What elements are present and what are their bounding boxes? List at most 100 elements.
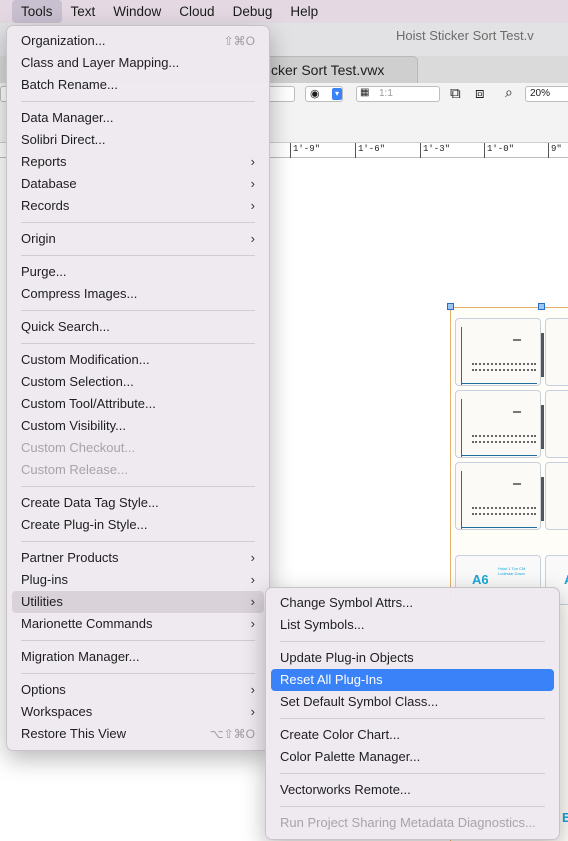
- menu-item-label: Run Project Sharing Metadata Diagnostics…: [280, 815, 536, 830]
- camera-icon: ◉: [310, 88, 320, 100]
- view-mode-button[interactable]: ◉ ▾: [305, 86, 343, 102]
- menu-item-label: Marionette Commands: [21, 616, 153, 631]
- chevron-down-icon: ▾: [332, 88, 342, 100]
- menu-item-label: Custom Selection...: [21, 374, 134, 389]
- sticker-card[interactable]: [545, 462, 568, 530]
- menu-item-organization[interactable]: Organization... ⇧⌘O: [12, 30, 264, 52]
- menubar-help[interactable]: Help: [281, 0, 327, 23]
- menu-item-custom-tool-attribute[interactable]: Custom Tool/Attribute...: [12, 393, 264, 415]
- tools-menu: Organization... ⇧⌘O Class and Layer Mappin…: [6, 25, 270, 751]
- menu-item-label: Database: [21, 176, 77, 191]
- sticker-card[interactable]: [545, 318, 568, 386]
- magnifier-icon[interactable]: ⌕: [505, 84, 513, 101]
- chevron-right-icon: ›: [250, 550, 255, 565]
- menu-item-label: Reports: [21, 154, 67, 169]
- menu-item-list-symbols[interactable]: List Symbols...: [271, 614, 554, 636]
- menu-item-custom-visibility[interactable]: Custom Visibility...: [12, 415, 264, 437]
- menu-item-restore-this-view[interactable]: Restore This View ⌥⇧⌘O: [12, 723, 264, 745]
- menu-item-purge[interactable]: Purge...: [12, 261, 264, 283]
- zoom-previous-icon[interactable]: ⧈: [475, 85, 485, 102]
- menu-item-class-and-layer-mapping[interactable]: Class and Layer Mapping...: [12, 52, 264, 74]
- menu-item-label: Partner Products: [21, 550, 119, 565]
- menu-item-label: Migration Manager...: [21, 649, 140, 664]
- sticker-card[interactable]: [455, 318, 544, 386]
- chevron-right-icon: ›: [250, 154, 255, 169]
- scale-field[interactable]: ▦ 1:1: [356, 86, 440, 102]
- menu-item-custom-modification[interactable]: Custom Modification...: [12, 349, 264, 371]
- menu-item-options[interactable]: Options ›: [12, 679, 264, 701]
- menu-item-update-plug-in-objects[interactable]: Update Plug-in Objects: [271, 647, 554, 669]
- scale-icon: ▦: [360, 87, 370, 98]
- chevron-right-icon: ›: [250, 594, 255, 609]
- chevron-right-icon: ›: [250, 704, 255, 719]
- chevron-right-icon: ›: [250, 231, 255, 246]
- menu-item-partner-products[interactable]: Partner Products ›: [12, 547, 264, 569]
- sticker-card[interactable]: [545, 390, 568, 458]
- menu-item-label: Vectorworks Remote...: [280, 782, 411, 797]
- menu-item-workspaces[interactable]: Workspaces ›: [12, 701, 264, 723]
- menu-item-custom-checkout: Custom Checkout...: [12, 437, 264, 459]
- menu-item-label: Set Default Symbol Class...: [280, 694, 439, 709]
- menu-item-color-palette-manager[interactable]: Color Palette Manager...: [271, 746, 554, 768]
- menubar-debug[interactable]: Debug: [224, 0, 282, 23]
- menu-separator: [12, 250, 264, 261]
- chevron-right-icon: ›: [250, 176, 255, 191]
- menu-item-batch-rename[interactable]: Batch Rename...: [12, 74, 264, 96]
- menu-item-utilities[interactable]: Utilities ›: [12, 591, 264, 613]
- menu-item-reports[interactable]: Reports ›: [12, 151, 264, 173]
- sticker-card[interactable]: [455, 390, 544, 458]
- menu-item-quick-search[interactable]: Quick Search...: [12, 316, 264, 338]
- menu-item-change-symbol-attrs[interactable]: Change Symbol Attrs...: [271, 592, 554, 614]
- menu-item-label: Workspaces: [21, 704, 93, 719]
- ruler-tick: 1'-9": [290, 143, 320, 158]
- ruler-tick: 1'-0": [484, 143, 514, 158]
- menu-item-label: Reset All Plug-Ins: [280, 672, 383, 687]
- menubar-window[interactable]: Window: [104, 0, 170, 23]
- menu-separator: [12, 338, 264, 349]
- menubar-cloud[interactable]: Cloud: [170, 0, 223, 23]
- menu-item-set-default-symbol-class[interactable]: Set Default Symbol Class...: [271, 691, 554, 713]
- menu-item-compress-images[interactable]: Compress Images...: [12, 283, 264, 305]
- menu-item-records[interactable]: Records ›: [12, 195, 264, 217]
- selection-handle[interactable]: [538, 303, 545, 310]
- zoom-field[interactable]: 20%: [525, 86, 568, 102]
- menu-item-label: Restore This View: [21, 726, 127, 741]
- menu-item-label: Records: [21, 198, 70, 213]
- menu-item-database[interactable]: Database ›: [12, 173, 264, 195]
- sticker-card[interactable]: [455, 462, 544, 530]
- keyboard-shortcut: ⌥⇧⌘O: [209, 727, 255, 741]
- menu-item-label: Utilities: [21, 594, 63, 609]
- edge-label: E: [562, 810, 568, 825]
- menu-item-create-plug-in-style[interactable]: Create Plug-in Style...: [12, 514, 264, 536]
- menu-item-vectorworks-remote[interactable]: Vectorworks Remote...: [271, 779, 554, 801]
- menu-separator: [271, 768, 554, 779]
- document-tab[interactable]: cker Sort Test.vwx: [262, 56, 418, 83]
- menubar-tools[interactable]: Tools: [12, 0, 62, 23]
- menu-item-label: Change Symbol Attrs...: [280, 595, 413, 610]
- card-small-text: Hoist 1 Ton CM Lodestar Down: [498, 566, 526, 576]
- utilities-submenu: Change Symbol Attrs... List Symbols... Upd…: [265, 587, 560, 840]
- menu-item-run-project-sharing-metadata-diagnostics: Run Project Sharing Metadata Diagnostics…: [271, 812, 554, 834]
- selection-handle[interactable]: [447, 303, 454, 310]
- menubar-text[interactable]: Text: [62, 0, 105, 23]
- menu-item-create-color-chart[interactable]: Create Color Chart...: [271, 724, 554, 746]
- menu-item-plug-ins[interactable]: Plug-ins ›: [12, 569, 264, 591]
- menu-item-label: Purge...: [21, 264, 67, 279]
- menu-separator: [12, 536, 264, 547]
- menu-item-label: Custom Visibility...: [21, 418, 126, 433]
- menu-item-label: Class and Layer Mapping...: [21, 55, 180, 70]
- menu-item-migration-manager[interactable]: Migration Manager...: [12, 646, 264, 668]
- menu-item-label: Custom Checkout...: [21, 440, 136, 455]
- menu-item-marionette-commands[interactable]: Marionette Commands ›: [12, 613, 264, 635]
- menu-item-custom-selection[interactable]: Custom Selection...: [12, 371, 264, 393]
- menu-item-data-manager[interactable]: Data Manager...: [12, 107, 264, 129]
- chevron-right-icon: ›: [250, 572, 255, 587]
- menu-item-solibri-direct[interactable]: Solibri Direct...: [12, 129, 264, 151]
- menu-item-origin[interactable]: Origin ›: [12, 228, 264, 250]
- menu-item-label: Custom Modification...: [21, 352, 150, 367]
- ruler-tick: 1'-6": [355, 143, 385, 158]
- zoom-fit-icon[interactable]: ⧉: [450, 85, 461, 102]
- menu-item-label: Compress Images...: [21, 286, 138, 301]
- menu-item-create-data-tag-style[interactable]: Create Data Tag Style...: [12, 492, 264, 514]
- menu-item-reset-all-plug-ins[interactable]: Reset All Plug-Ins: [271, 669, 554, 691]
